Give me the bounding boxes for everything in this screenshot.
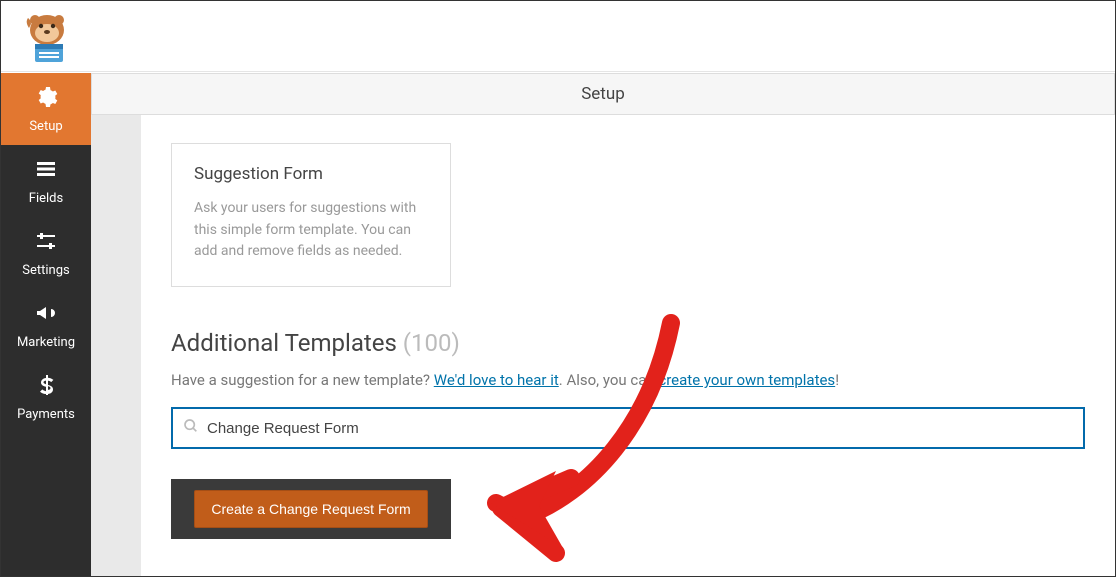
template-card-title: Suggestion Form — [194, 164, 428, 184]
sidebar-item-label: Marketing — [17, 335, 75, 350]
sidebar-item-settings[interactable]: Settings — [1, 217, 91, 289]
suggestion-link[interactable]: We'd love to hear it — [434, 371, 559, 389]
template-card-description: Ask your users for suggestions with this… — [194, 198, 428, 263]
create-templates-link[interactable]: create your own templates — [658, 371, 835, 389]
sidebar: Setup Fields Settings Marketing Payments — [1, 73, 91, 576]
topbar — [1, 1, 1115, 72]
content: Suggestion Form Ask your users for sugge… — [141, 115, 1115, 576]
template-search-input[interactable] — [207, 420, 1073, 437]
sidebar-item-label: Settings — [22, 263, 69, 278]
template-card-suggestion-form[interactable]: Suggestion Form Ask your users for sugge… — [171, 143, 451, 287]
list-icon — [34, 157, 58, 185]
sidebar-item-label: Setup — [29, 119, 62, 134]
sliders-icon — [34, 229, 58, 257]
sidebar-item-label: Payments — [17, 407, 75, 422]
sidebar-item-fields[interactable]: Fields — [1, 145, 91, 217]
section-heading: Additional Templates (100) — [171, 329, 1085, 357]
additional-templates-section: Additional Templates (100) Have a sugges… — [171, 329, 1085, 539]
create-form-button[interactable]: Create a Change Request Form — [194, 490, 427, 528]
section-subtext: Have a suggestion for a new template? We… — [171, 371, 1085, 389]
sidebar-item-marketing[interactable]: Marketing — [1, 289, 91, 361]
section-heading-count: (100) — [403, 329, 460, 357]
search-icon — [183, 418, 199, 438]
sidebar-item-payments[interactable]: Payments — [1, 361, 91, 433]
bullhorn-icon — [34, 301, 58, 329]
dollar-icon — [34, 373, 58, 401]
page-title: Setup — [581, 84, 625, 104]
template-search[interactable] — [171, 407, 1085, 449]
app-logo — [17, 8, 73, 64]
page-tab-header: Setup — [91, 73, 1115, 115]
gear-icon — [34, 85, 58, 113]
main-area: Setup Suggestion Form Ask your users for… — [91, 73, 1115, 576]
sidebar-item-label: Fields — [29, 191, 63, 206]
template-result-change-request[interactable]: Create a Change Request Form — [171, 479, 451, 539]
section-heading-text: Additional Templates — [171, 329, 397, 357]
sidebar-item-setup[interactable]: Setup — [1, 73, 91, 145]
